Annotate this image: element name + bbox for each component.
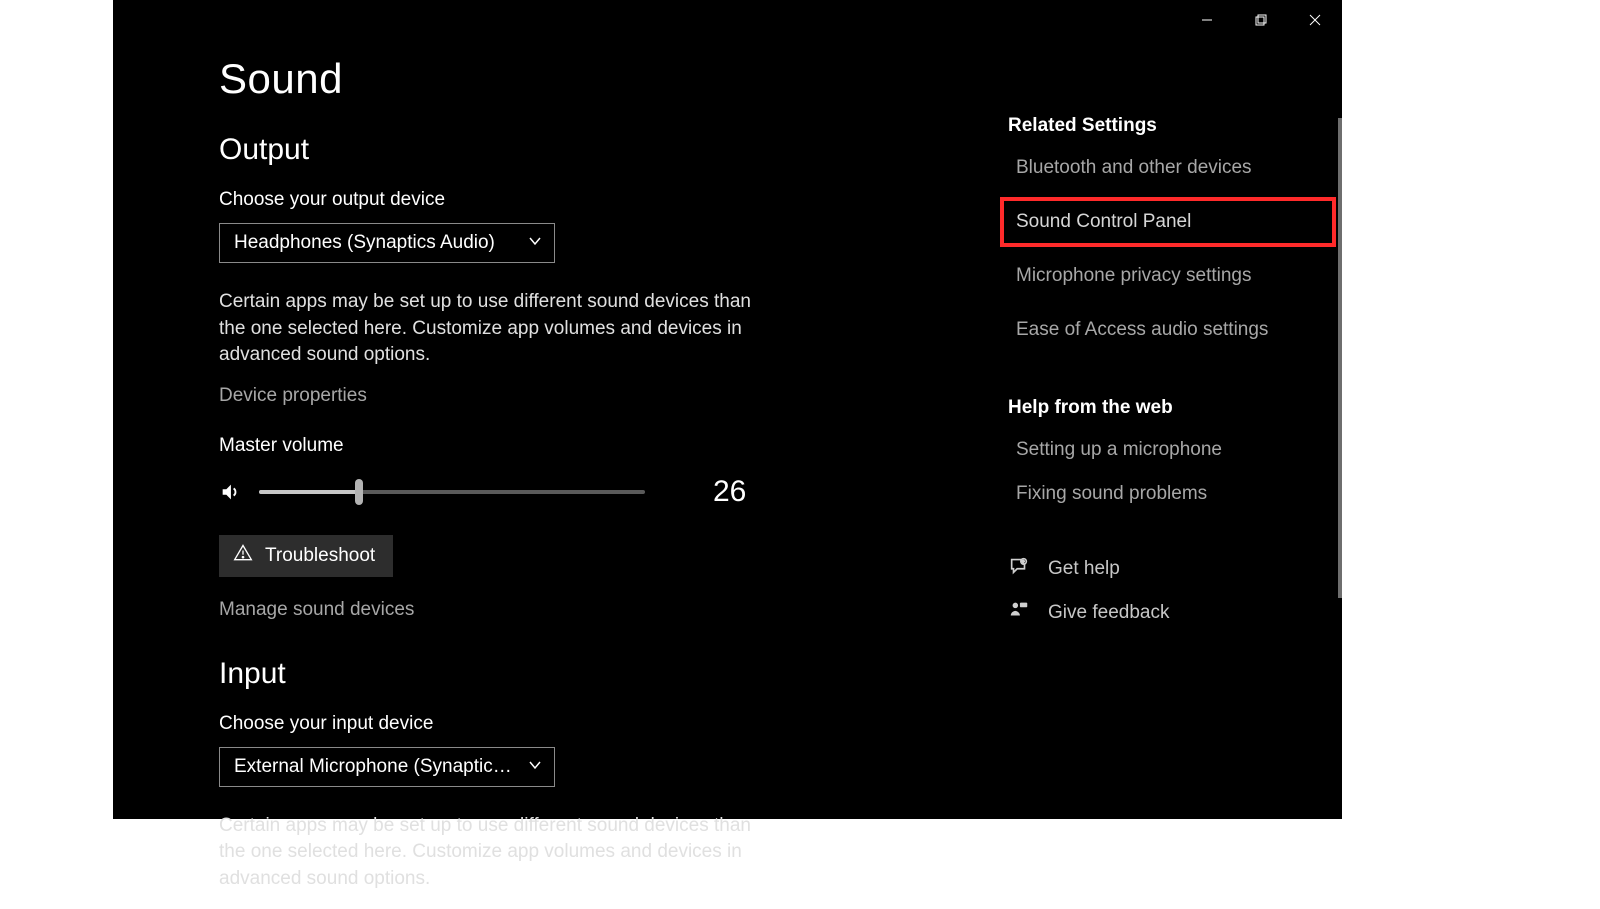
svg-text:?: ? [1022, 559, 1025, 564]
right-sidebar: Related Settings Bluetooth and other dev… [1008, 115, 1328, 627]
window-controls [1180, 0, 1342, 40]
fixing-sound-link[interactable]: Fixing sound problems [1008, 477, 1328, 511]
volume-value: 26 [713, 475, 746, 509]
page-title: Sound [219, 55, 999, 103]
output-choose-label: Choose your output device [219, 189, 999, 211]
output-heading: Output [219, 133, 999, 167]
setting-up-mic-link[interactable]: Setting up a microphone [1008, 433, 1328, 467]
warning-icon [233, 543, 253, 569]
get-help-label: Get help [1048, 558, 1120, 580]
input-device-select[interactable]: External Microphone (Synaptics Aud... [219, 747, 555, 787]
input-heading: Input [219, 657, 999, 691]
vertical-scrollbar[interactable] [1338, 118, 1342, 598]
input-device-value: External Microphone (Synaptics Aud... [234, 756, 514, 778]
output-description: Certain apps may be set up to use differ… [219, 289, 759, 369]
chevron-down-icon [528, 232, 542, 254]
volume-slider-fill [259, 490, 359, 494]
volume-slider[interactable] [259, 490, 645, 494]
ease-of-access-link[interactable]: Ease of Access audio settings [1008, 313, 1328, 347]
input-choose-label: Choose your input device [219, 713, 999, 735]
sound-control-panel-link[interactable]: Sound Control Panel [1008, 205, 1328, 239]
manage-sound-devices-link[interactable]: Manage sound devices [219, 599, 999, 621]
device-properties-link[interactable]: Device properties [219, 385, 999, 407]
output-device-select[interactable]: Headphones (Synaptics Audio) [219, 223, 555, 263]
feedback-icon [1008, 599, 1030, 627]
maximize-button[interactable] [1234, 0, 1288, 40]
main-content: Sound Output Choose your output device H… [219, 55, 999, 909]
give-feedback-row[interactable]: Give feedback [1008, 599, 1328, 627]
troubleshoot-button[interactable]: Troubleshoot [219, 535, 393, 577]
minimize-button[interactable] [1180, 0, 1234, 40]
help-from-web-heading: Help from the web [1008, 397, 1328, 419]
volume-row: 26 [219, 475, 999, 509]
settings-window: Sound Output Choose your output device H… [189, 0, 1342, 819]
get-help-row[interactable]: ? Get help [1008, 555, 1328, 583]
troubleshoot-label: Troubleshoot [265, 545, 375, 567]
chevron-down-icon [528, 756, 542, 778]
close-button[interactable] [1288, 0, 1342, 40]
chat-help-icon: ? [1008, 555, 1030, 583]
mic-privacy-link[interactable]: Microphone privacy settings [1008, 259, 1328, 293]
output-device-value: Headphones (Synaptics Audio) [234, 232, 495, 254]
related-settings-heading: Related Settings [1008, 115, 1328, 137]
master-volume-label: Master volume [219, 435, 999, 457]
bluetooth-devices-link[interactable]: Bluetooth and other devices [1008, 151, 1328, 185]
give-feedback-label: Give feedback [1048, 602, 1169, 624]
volume-slider-thumb[interactable] [355, 479, 363, 505]
input-description: Certain apps may be set up to use differ… [219, 813, 759, 893]
speaker-icon[interactable] [219, 481, 241, 503]
